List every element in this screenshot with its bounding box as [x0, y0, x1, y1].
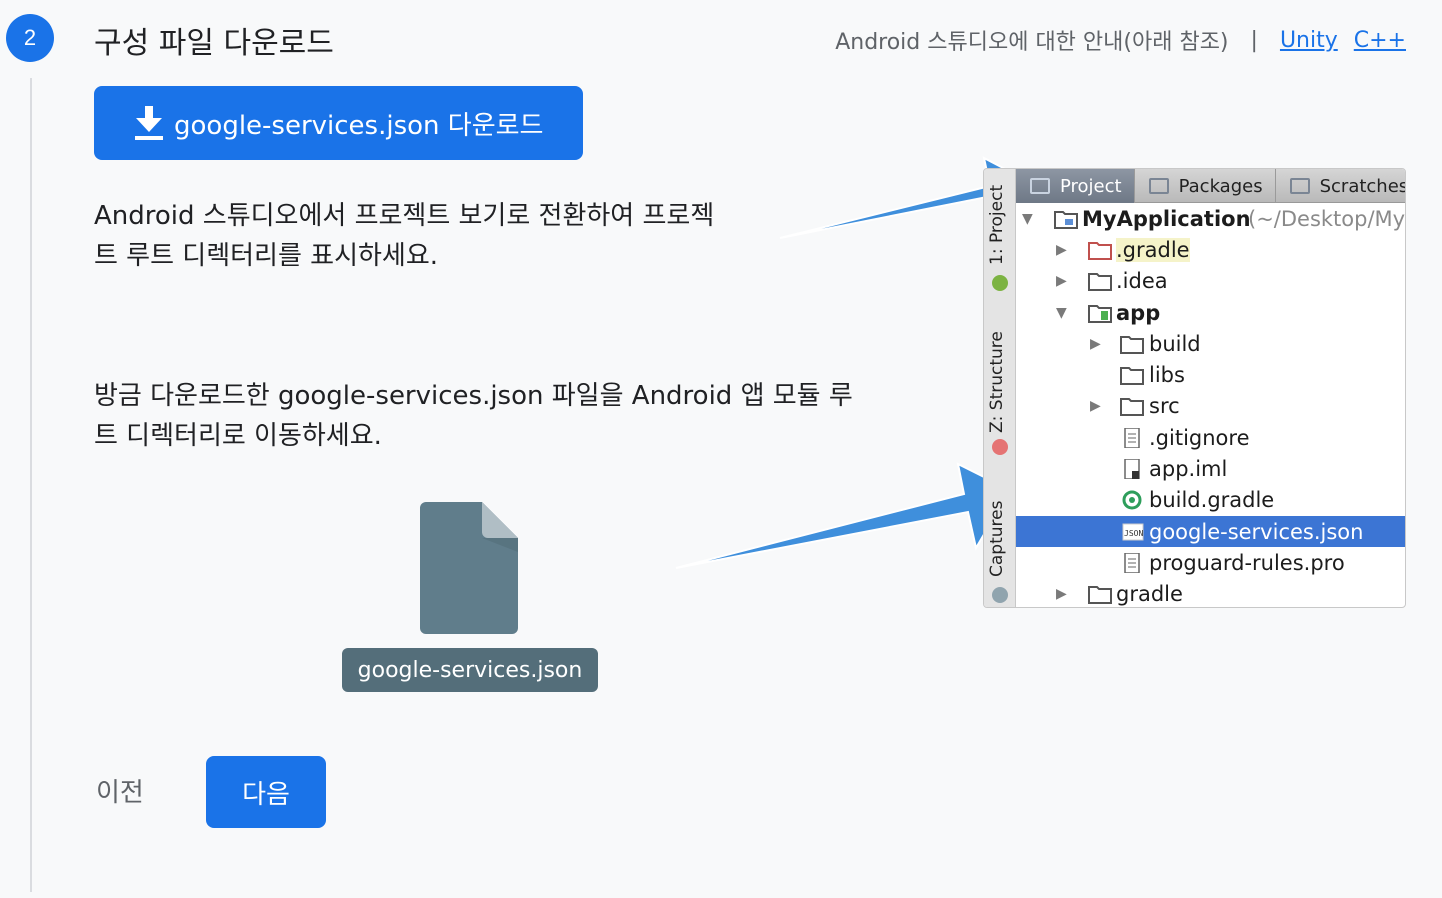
tree-label: app.iml: [1149, 457, 1228, 482]
unity-link[interactable]: Unity: [1280, 28, 1338, 53]
tree-row-app[interactable]: ▼ app: [1016, 297, 1405, 328]
folder-icon: [1120, 367, 1144, 386]
tab-scratches[interactable]: Scratches: [1276, 169, 1406, 203]
move-file-instruction: 방금 다운로드한 google-services.json 파일을 Androi…: [94, 381, 853, 451]
gradle-icon: [1122, 490, 1142, 510]
svg-text:JSON: JSON: [1124, 529, 1143, 538]
download-icon: [135, 106, 163, 140]
download-button-label: google-services.json 다운로드: [174, 110, 544, 141]
collapsed-arrow-icon: ▶: [1056, 273, 1067, 290]
tree-row-build-gradle[interactable]: build.gradle: [1016, 485, 1405, 516]
module-folder-icon: [1088, 304, 1112, 323]
tree-row-proguard[interactable]: proguard-rules.pro: [1016, 547, 1405, 578]
module-file-icon: [1124, 459, 1140, 480]
tree-label: build: [1149, 331, 1201, 356]
file-name-chip: google-services.json: [342, 648, 598, 692]
tree-row-idea[interactable]: ▶ .idea: [1016, 266, 1405, 297]
text-file-icon: [1124, 552, 1140, 573]
side-tab-project[interactable]: 1: Project: [987, 185, 1007, 265]
ide-project-panel: 1: Project Z: Structure Captures Project…: [983, 168, 1406, 608]
tree-label: .idea: [1116, 269, 1168, 294]
tree-label: libs: [1149, 363, 1185, 388]
tree-row-app-iml[interactable]: app.iml: [1016, 453, 1405, 484]
link-separator: |: [1250, 27, 1258, 53]
step-connector-line: [30, 78, 32, 892]
tree-label: .gradle: [1116, 237, 1190, 262]
side-tab-captures[interactable]: Captures: [987, 501, 1007, 577]
tree-row-dot-gradle[interactable]: ▶ .gradle: [1016, 234, 1405, 265]
previous-button[interactable]: 이전: [96, 772, 144, 809]
tree-label: src: [1149, 394, 1180, 419]
tree-row-libs[interactable]: libs: [1016, 359, 1405, 390]
next-button[interactable]: 다음: [206, 756, 326, 828]
folder-icon: [1120, 398, 1144, 417]
platform-links: Android 스튜디오에 대한 안내(아래 참조) | Unity C++: [835, 24, 1406, 56]
tree-row-build[interactable]: ▶ build: [1016, 328, 1405, 359]
expanded-arrow-icon: ▼: [1022, 210, 1033, 227]
project-tree: ▼ MyApplication (~/Desktop/My ▶ .gradle …: [1016, 203, 1405, 607]
folder-icon: [1088, 273, 1112, 292]
switch-view-instruction: Android 스튜디오에서 프로젝트 보기로 전환하여 프로젝트 루트 디렉터…: [94, 201, 715, 271]
tree-row-gradle[interactable]: ▶ gradle: [1016, 579, 1405, 607]
tree-label: .gitignore: [1149, 425, 1250, 450]
folder-icon: [1120, 335, 1144, 354]
text-file-icon: [1124, 427, 1140, 448]
tree-row-google-services-json[interactable]: JSON google-services.json: [1016, 515, 1405, 548]
scratches-tab-icon: [1289, 178, 1310, 194]
side-tab-structure[interactable]: Z: Structure: [987, 331, 1007, 433]
structure-icon: [992, 439, 1008, 455]
step-number-badge: 2: [6, 14, 54, 62]
tab-packages-label: Packages: [1178, 175, 1263, 197]
json-file-icon: JSON: [1122, 523, 1144, 541]
tab-project-label: Project: [1060, 175, 1122, 197]
tab-packages[interactable]: Packages: [1135, 169, 1276, 203]
tab-project[interactable]: Project: [1016, 169, 1135, 203]
tab-scratches-label: Scratches: [1319, 175, 1406, 197]
collapsed-arrow-icon: ▶: [1056, 586, 1067, 603]
tree-row-src[interactable]: ▶ src: [1016, 391, 1405, 422]
expanded-arrow-icon: ▼: [1056, 304, 1067, 321]
tree-path: (~/Desktop/My: [1248, 206, 1406, 231]
ide-side-toolbar: 1: Project Z: Structure Captures: [984, 169, 1016, 607]
ide-tab-bar: Project Packages Scratches: [1016, 169, 1405, 203]
packages-tab-icon: [1148, 178, 1169, 194]
project-folder-icon: [1054, 210, 1078, 229]
captures-icon: [992, 587, 1008, 603]
tree-label: gradle: [1116, 582, 1183, 607]
file-icon: [420, 502, 518, 634]
android-guide-text: Android 스튜디오에 대한 안내(아래 참조): [835, 30, 1229, 55]
tree-label: proguard-rules.pro: [1149, 550, 1345, 575]
download-config-button[interactable]: google-services.json 다운로드: [94, 86, 583, 160]
cpp-link[interactable]: C++: [1354, 28, 1406, 53]
tree-label: google-services.json: [1149, 519, 1364, 544]
android-icon: [992, 275, 1008, 291]
tree-label: app: [1116, 300, 1161, 325]
folder-icon: [1088, 586, 1112, 605]
step-title: 구성 파일 다운로드: [94, 26, 334, 61]
collapsed-arrow-icon: ▶: [1090, 398, 1101, 415]
collapsed-arrow-icon: ▶: [1056, 241, 1067, 258]
tree-row-gitignore[interactable]: .gitignore: [1016, 422, 1405, 453]
project-tab-icon: [1030, 178, 1050, 194]
tree-label: build.gradle: [1149, 488, 1275, 513]
tree-row-myapplication[interactable]: ▼ MyApplication (~/Desktop/My: [1016, 203, 1405, 234]
tree-label: MyApplication: [1082, 206, 1251, 231]
folder-icon: [1088, 241, 1112, 260]
collapsed-arrow-icon: ▶: [1090, 335, 1101, 352]
